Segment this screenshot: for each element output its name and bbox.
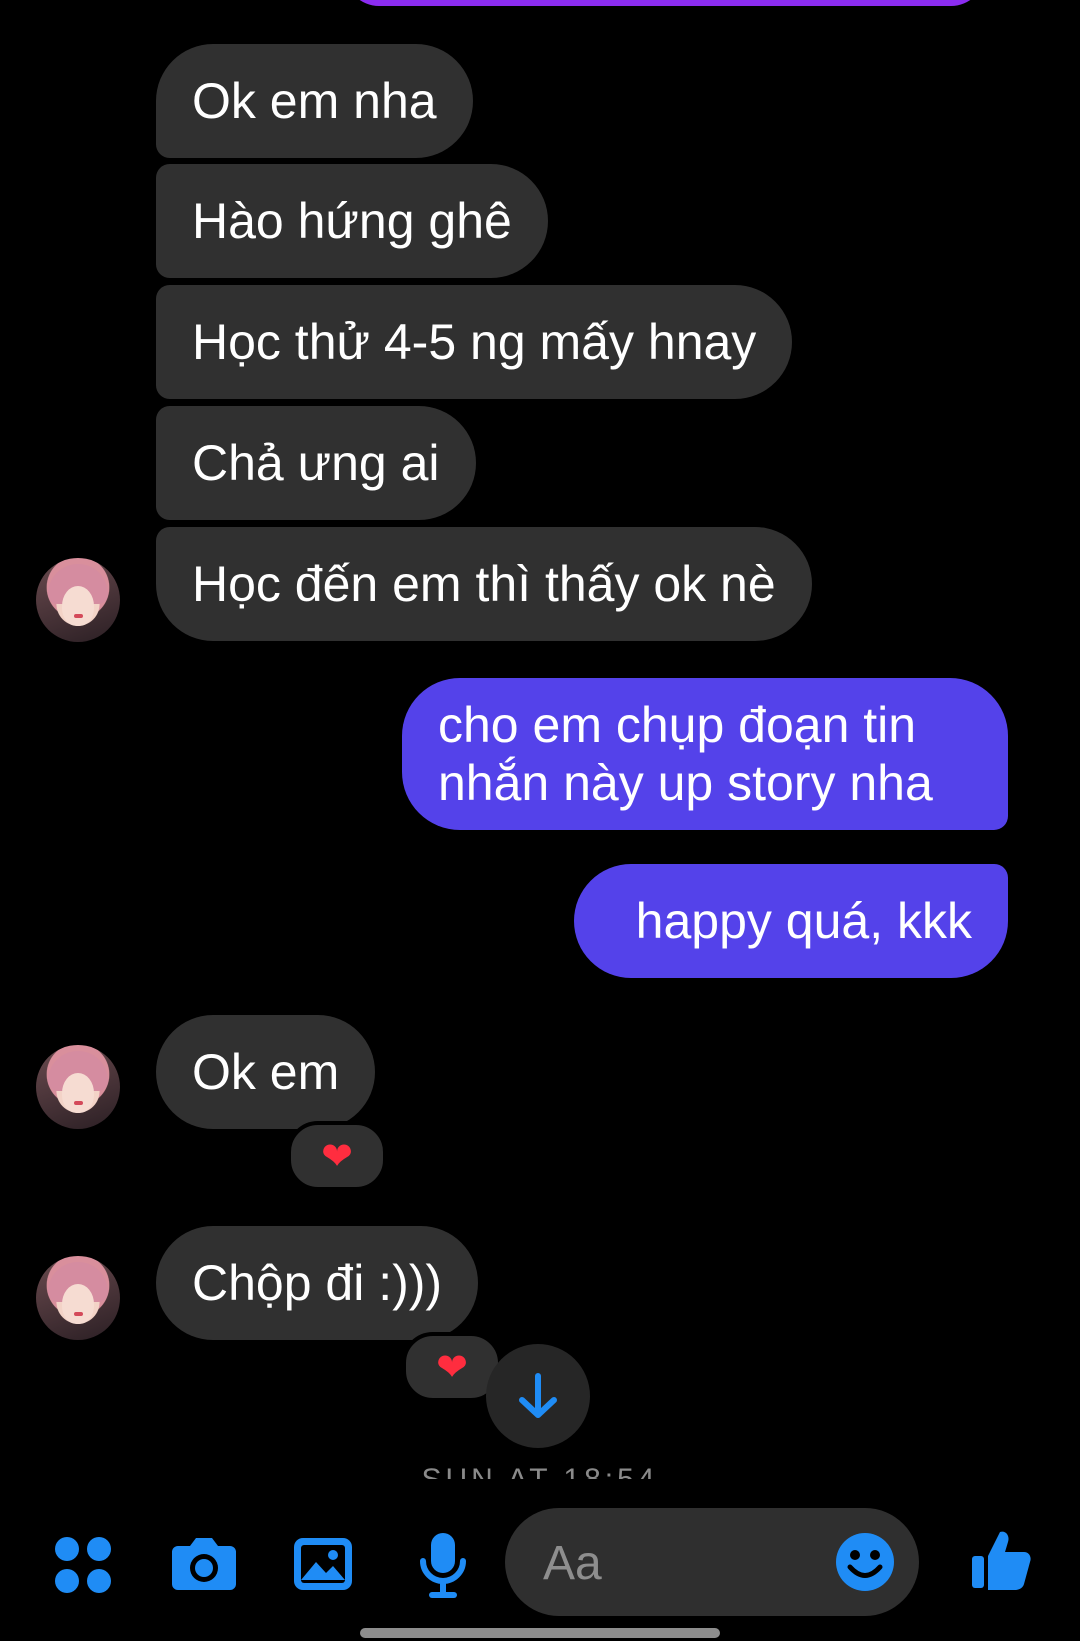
message-bubble-incoming[interactable]: Ok em nha xyxy=(156,44,473,158)
timestamp: SUN AT 18:54 xyxy=(0,1465,1080,1479)
voice-button[interactable] xyxy=(418,1531,468,1604)
contact-avatar[interactable] xyxy=(36,1256,120,1340)
message-composer[interactable] xyxy=(505,1508,919,1616)
contact-avatar[interactable] xyxy=(36,558,120,642)
message-bubble-outgoing[interactable]: happy quá, kkk xyxy=(574,864,1008,978)
arrow-down-icon xyxy=(519,1373,557,1418)
message-bubble-incoming[interactable]: Ok em xyxy=(156,1015,376,1129)
avatar-lip xyxy=(74,1101,83,1105)
message-text: Học thử 4-5 ng mấy hnay xyxy=(192,314,757,370)
avatar-face xyxy=(62,1284,94,1324)
microphone-icon xyxy=(420,1533,466,1598)
emoji-icon xyxy=(836,1533,894,1591)
heart-icon: ❤ xyxy=(436,1346,468,1389)
message-text: Ok em nha xyxy=(192,73,437,129)
camera-icon xyxy=(172,1538,236,1590)
gallery-button[interactable] xyxy=(292,1536,354,1597)
image-icon xyxy=(294,1538,352,1590)
avatar-lip xyxy=(74,1312,83,1316)
like-icon xyxy=(972,1531,1031,1590)
emoji-button[interactable] xyxy=(835,1532,895,1597)
message-bubble-incoming[interactable]: Hào hứng ghê xyxy=(156,164,548,278)
camera-button[interactable] xyxy=(170,1536,238,1597)
message-bubble-incoming[interactable]: Học đến em thì thấy ok nè xyxy=(156,527,812,641)
message-bubble-incoming[interactable]: Chả ưng ai xyxy=(156,406,476,520)
avatar-face xyxy=(62,586,94,626)
message-bubble-incoming[interactable]: Học thử 4-5 ng mấy hnay xyxy=(156,285,793,399)
home-indicator xyxy=(360,1628,720,1638)
like-button[interactable] xyxy=(970,1528,1032,1597)
heart-icon: ❤ xyxy=(321,1135,353,1178)
scroll-to-bottom-button[interactable] xyxy=(486,1344,590,1448)
avatar-lip xyxy=(74,614,83,618)
message-text: Học đến em thì thấy ok nè xyxy=(192,556,776,612)
message-text: Hào hứng ghê xyxy=(192,193,512,249)
message-text: happy quá, kkk xyxy=(635,893,972,949)
previous-message-bubble[interactable] xyxy=(345,0,985,6)
heart-reaction[interactable]: ❤ xyxy=(287,1121,387,1191)
message-input[interactable] xyxy=(541,1532,805,1594)
message-text: Ok em xyxy=(192,1044,340,1100)
message-text: Chộp đi :))) xyxy=(192,1255,443,1311)
message-text: Chả ưng ai xyxy=(192,435,440,491)
message-bubble-incoming[interactable]: Chộp đi :))) xyxy=(156,1226,479,1340)
apps-button[interactable] xyxy=(54,1536,112,1599)
apps-icon xyxy=(55,1537,111,1593)
message-bubble-outgoing[interactable]: cho em chụp đoạn tin nhắn này up story n… xyxy=(402,678,1008,830)
contact-avatar[interactable] xyxy=(36,1045,120,1129)
avatar-face xyxy=(62,1073,94,1113)
message-text: cho em chụp đoạn tin nhắn này up story n… xyxy=(438,697,933,811)
